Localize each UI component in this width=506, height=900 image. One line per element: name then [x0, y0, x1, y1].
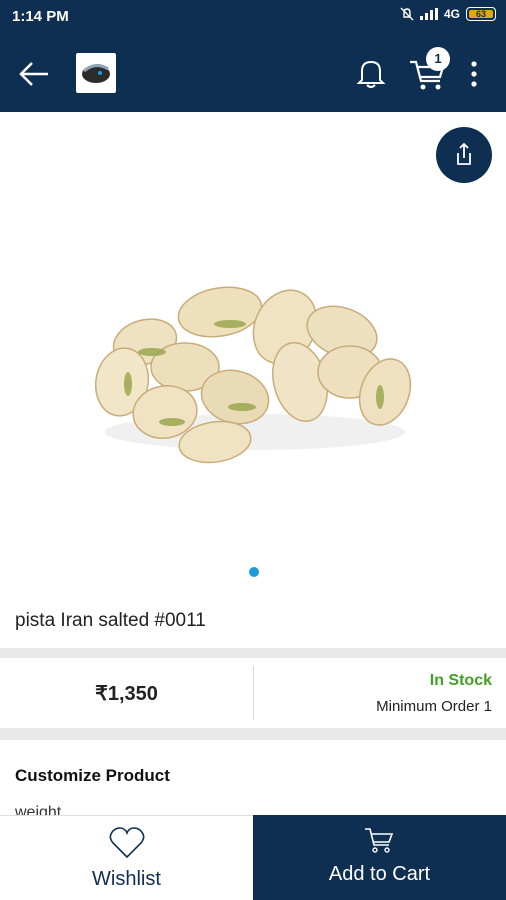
- logo-icon: [82, 64, 110, 83]
- back-arrow-icon[interactable]: [16, 56, 52, 92]
- battery-icon: 63: [466, 7, 496, 21]
- product-image-carousel[interactable]: [0, 112, 506, 590]
- add-to-cart-label: Add to Cart: [328, 863, 431, 885]
- product-title: pista Iran salted #0011: [15, 610, 206, 631]
- heart-icon: [109, 827, 145, 859]
- divider: [253, 666, 254, 720]
- status-time: 1:14 PM: [12, 8, 69, 25]
- share-icon: [457, 142, 471, 165]
- product-image: [94, 286, 412, 464]
- signal-icon: [419, 8, 438, 20]
- more-options-icon[interactable]: [464, 58, 484, 90]
- carousel-indicator[interactable]: [249, 567, 259, 577]
- mute-icon: [400, 7, 414, 21]
- wishlist-button[interactable]: Wishlist: [0, 815, 253, 900]
- store-logo[interactable]: [76, 53, 116, 93]
- share-button[interactable]: [436, 127, 492, 183]
- product-title-card: pista Iran salted #0011: [0, 590, 506, 648]
- app-bar: 1: [0, 34, 506, 112]
- status-icons: 4G 63: [400, 7, 496, 21]
- status-bar: 1:14 PM 4G 63: [0, 0, 506, 34]
- stock-status: In Stock: [429, 672, 492, 689]
- cart-count-badge: 1: [426, 47, 450, 71]
- cart-icon: [365, 828, 394, 853]
- add-to-cart-button[interactable]: Add to Cart: [253, 815, 506, 900]
- minimum-order: Minimum Order 1: [376, 698, 492, 715]
- notification-bell-icon[interactable]: [354, 56, 388, 90]
- wishlist-label: Wishlist: [92, 868, 161, 890]
- battery-level: 63: [469, 10, 493, 19]
- network-type: 4G: [443, 7, 460, 21]
- price-card: ₹1,350 In Stock Minimum Order 1: [0, 658, 506, 728]
- product-price: ₹1,350: [95, 682, 158, 705]
- bottom-action-bar: Wishlist Add to Cart: [0, 815, 506, 900]
- customize-title: Customize Product: [15, 766, 170, 785]
